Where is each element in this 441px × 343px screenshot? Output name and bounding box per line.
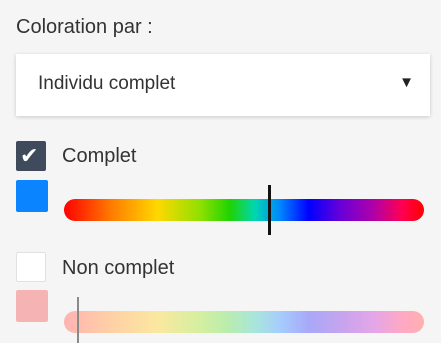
chevron-down-icon: ▼ (399, 74, 414, 91)
non-complet-gradient-bar[interactable] (64, 311, 424, 333)
non-complet-label: Non complet (62, 257, 175, 279)
non-complet-checkbox[interactable] (16, 252, 46, 282)
coloration-dropdown[interactable]: Individu complet ▼ (16, 54, 430, 116)
coloration-par-label: Coloration par : (16, 16, 153, 38)
checkmark-icon: ✔ (20, 143, 39, 168)
non-complet-gradient-marker[interactable] (77, 297, 80, 343)
complet-gradient-bar[interactable] (64, 199, 424, 221)
complet-color-swatch[interactable] (16, 180, 48, 212)
complet-label: Complet (62, 145, 137, 167)
non-complet-color-swatch[interactable] (16, 290, 48, 322)
dropdown-selected-value: Individu complet (38, 73, 176, 94)
complet-checkbox[interactable]: ✔ (16, 141, 46, 171)
complet-gradient-marker[interactable] (268, 185, 272, 235)
